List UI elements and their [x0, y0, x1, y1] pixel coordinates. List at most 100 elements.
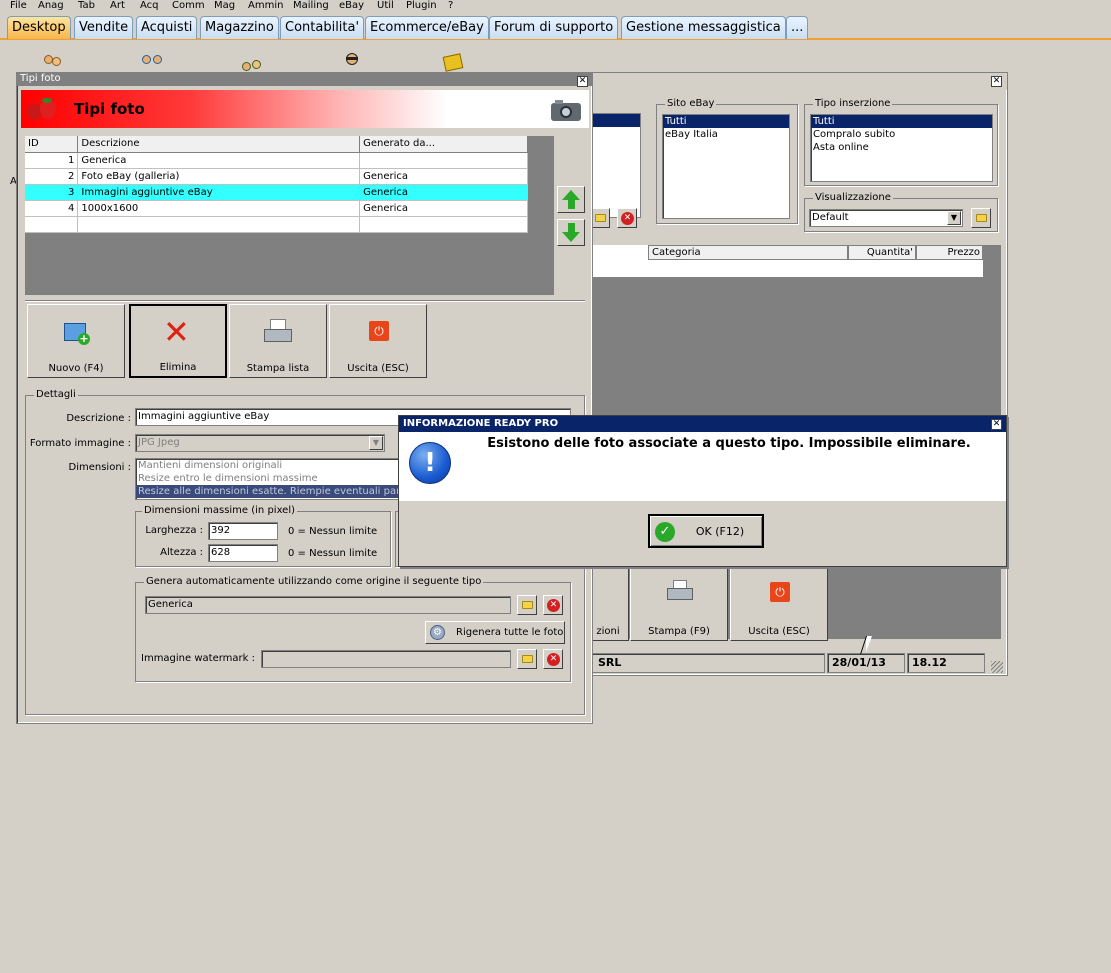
menu-mag[interactable]: Mag: [214, 0, 235, 12]
contacts-icon[interactable]: [140, 55, 166, 73]
folder-button[interactable]: [971, 208, 991, 228]
menu-anag[interactable]: Anag: [38, 0, 64, 12]
users-icon[interactable]: [42, 55, 64, 73]
close-icon[interactable]: ✕: [991, 76, 1002, 87]
uscita-button[interactable]: ⏻ Uscita (ESC): [329, 304, 427, 378]
menu-help[interactable]: ?: [448, 0, 453, 12]
uscita-button[interactable]: ⏻ Uscita (ESC): [730, 567, 828, 641]
stampa-lista-button[interactable]: Stampa lista: [229, 304, 327, 378]
table-row[interactable]: 1 Generica: [25, 152, 528, 169]
tipi-foto-grid[interactable]: ID Descrizione Generato da... 1 Generica…: [25, 136, 554, 295]
partial-button-label: zioni: [596, 626, 620, 637]
cell-generato: Generica: [359, 168, 528, 185]
column-header-id[interactable]: ID: [25, 136, 79, 153]
select-watermark-button[interactable]: [517, 649, 537, 669]
list-item[interactable]: Asta online: [811, 141, 992, 154]
close-icon[interactable]: ✕: [991, 419, 1002, 430]
formato-immagine-select[interactable]: JPG Jpeg ▼: [135, 434, 385, 452]
move-up-button[interactable]: [557, 186, 585, 213]
partial-listbox[interactable]: [591, 113, 641, 218]
tab-ecommerce[interactable]: Ecommerce/eBay: [365, 16, 489, 39]
partial-button[interactable]: zioni: [587, 567, 629, 641]
sito-ebay-listbox[interactable]: Tutti eBay Italia: [662, 114, 790, 219]
menu-ebay[interactable]: eBay: [339, 0, 364, 12]
tab-magazzino[interactable]: Magazzino: [200, 16, 279, 39]
delete-icon: ✕: [621, 212, 634, 225]
close-icon[interactable]: ✕: [577, 76, 588, 87]
list-item[interactable]: eBay Italia: [663, 128, 789, 141]
select-origine-button[interactable]: [517, 595, 537, 615]
elimina-button-label: Elimina: [159, 362, 197, 373]
menu-ammin[interactable]: Ammin: [248, 0, 283, 12]
info-dialog: INFORMAZIONE READY PRO ✕ ! Esistono dell…: [398, 415, 1007, 567]
main-tab-strip: Desktop Vendite Acquisti Magazzino Conta…: [0, 13, 1111, 40]
clear-watermark-button[interactable]: ✕: [543, 649, 563, 669]
uscita-button-label: Uscita (ESC): [347, 363, 409, 374]
genera-origine-field[interactable]: Generica: [145, 596, 511, 614]
watermark-field[interactable]: [261, 650, 511, 668]
table-row[interactable]: 4 1000x1600 Generica: [25, 200, 528, 217]
list-item[interactable]: Tutti: [811, 115, 992, 128]
altezza-hint: 0 = Nessun limite: [288, 548, 378, 559]
move-down-button[interactable]: [557, 219, 585, 246]
folder-button[interactable]: [590, 208, 610, 228]
menu-tab[interactable]: Tab: [78, 0, 95, 12]
menu-mailing[interactable]: Mailing: [293, 0, 329, 12]
cell-id: 1: [25, 152, 79, 169]
menu-acq[interactable]: Acq: [140, 0, 159, 12]
table-row[interactable]: 2 Foto eBay (galleria) Generica: [25, 168, 528, 185]
list-item[interactable]: Tutti: [663, 115, 789, 128]
visualizzazione-select[interactable]: Default ▼: [809, 209, 963, 227]
tab-more[interactable]: ...: [786, 16, 809, 39]
cell-descrizione: Foto eBay (galleria): [77, 168, 361, 185]
table-row[interactable]: [25, 216, 528, 233]
larghezza-hint: 0 = Nessun limite: [288, 526, 378, 537]
descrizione-label: Descrizione :: [66, 413, 131, 424]
column-header-descrizione[interactable]: Descrizione: [77, 136, 361, 153]
status-date: 28/01/13: [827, 653, 905, 673]
elimina-button[interactable]: ✕ Elimina: [129, 304, 227, 378]
notebook-icon[interactable]: [440, 53, 466, 73]
cell-descrizione: Immagini aggiuntive eBay: [77, 184, 361, 201]
column-header-categoria[interactable]: Categoria: [648, 245, 848, 260]
tab-desktop[interactable]: Desktop: [7, 16, 71, 39]
stampa-button[interactable]: Stampa (F9): [630, 567, 728, 641]
status-time: 18.12: [907, 653, 985, 673]
resize-grip[interactable]: [991, 661, 1003, 673]
clear-origine-button[interactable]: ✕: [543, 595, 563, 615]
nuovo-button[interactable]: + Nuovo (F4): [27, 304, 125, 378]
cell-id: 2: [25, 168, 79, 185]
menu-art[interactable]: Art: [110, 0, 125, 12]
table-row-selected[interactable]: 3 Immagini aggiuntive eBay Generica: [25, 184, 528, 201]
folder-icon: [976, 214, 987, 222]
tab-forum[interactable]: Forum di supporto: [489, 16, 619, 39]
tab-vendite[interactable]: Vendite: [74, 16, 134, 39]
menu-file[interactable]: File: [10, 0, 27, 12]
power-icon: ⏻: [770, 582, 790, 602]
altezza-input[interactable]: 628: [208, 544, 278, 562]
visualizzazione-label: Visualizzazione: [813, 192, 893, 204]
list-item[interactable]: Compralo subito: [811, 128, 992, 141]
menu-util[interactable]: Util: [377, 0, 394, 12]
menu-plugin[interactable]: Plugin: [406, 0, 437, 12]
larghezza-input[interactable]: 392: [208, 522, 278, 540]
agent-icon[interactable]: [343, 53, 361, 73]
tipo-inserzione-listbox[interactable]: Tutti Compralo subito Asta online: [810, 114, 993, 182]
tab-contabilita[interactable]: Contabilita': [280, 16, 365, 39]
column-header-prezzo[interactable]: Prezzo: [916, 245, 983, 260]
column-header-quantita[interactable]: Quantita': [848, 245, 916, 260]
delete-icon: ✕: [547, 653, 560, 666]
menu-comm[interactable]: Comm: [172, 0, 205, 12]
clear-button[interactable]: ✕: [617, 208, 637, 228]
rigenera-button[interactable]: ⚙ Rigenera tutte le foto: [425, 621, 565, 644]
formato-immagine-value: JPG Jpeg: [138, 437, 180, 448]
tab-acquisti[interactable]: Acquisti: [136, 16, 198, 39]
column-header-generato[interactable]: Generato da...: [359, 136, 528, 153]
chevron-down-icon[interactable]: ▼: [369, 436, 383, 450]
delete-icon: ✕: [163, 313, 190, 351]
printer-icon: [667, 580, 693, 604]
ok-button[interactable]: ✓ OK (F12): [648, 514, 764, 548]
tab-messaggistica[interactable]: Gestione messaggistica: [621, 16, 786, 39]
chevron-down-icon[interactable]: ▼: [947, 211, 961, 225]
tipi-foto-header: Tipi foto: [21, 90, 589, 128]
